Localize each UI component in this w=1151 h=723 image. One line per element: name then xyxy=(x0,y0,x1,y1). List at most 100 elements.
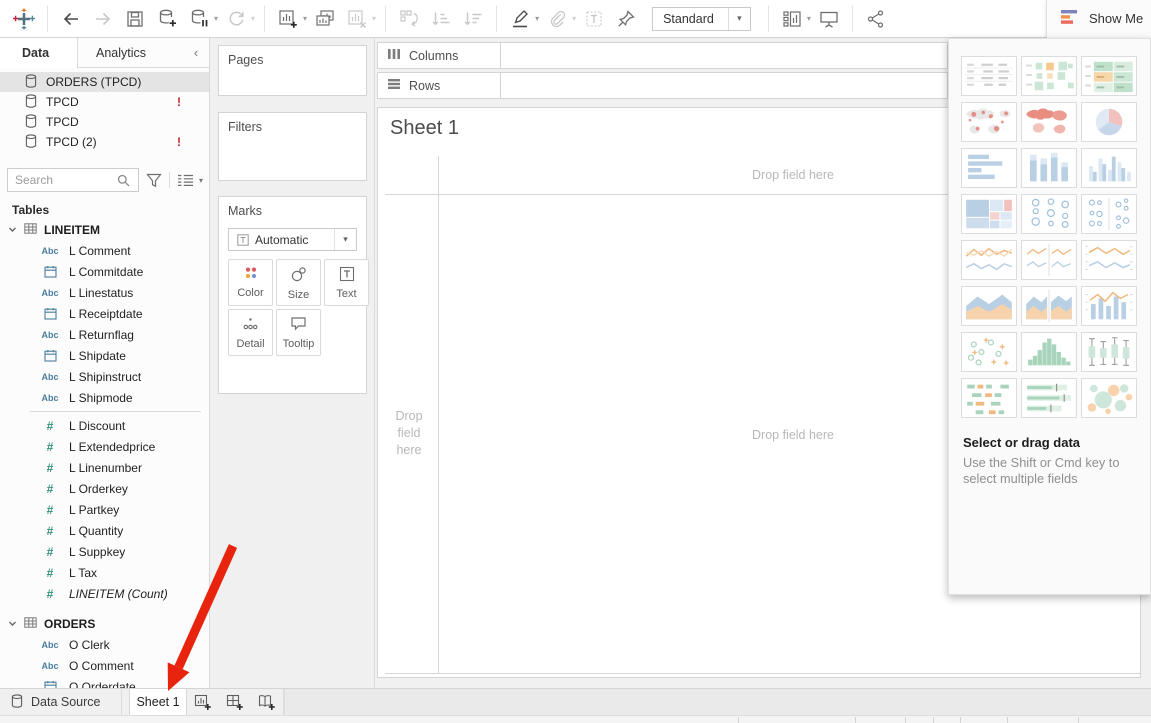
chevron-down-icon[interactable] xyxy=(8,617,17,631)
marks-size-button[interactable]: Size xyxy=(276,259,321,306)
field-l-extendedprice[interactable]: #L Extendedprice xyxy=(0,436,209,457)
show-hide-cards-icon-caret[interactable]: ▾ xyxy=(807,14,811,23)
mark-type-caret-icon[interactable]: ▾ xyxy=(334,229,356,250)
showme-stacked-bars-thumbnail[interactable] xyxy=(1021,148,1077,188)
showme-area-discrete-thumbnail[interactable] xyxy=(1021,286,1077,326)
sort-descending-icon[interactable] xyxy=(460,5,486,33)
save-icon[interactable] xyxy=(122,5,148,33)
fit-selector[interactable]: Standard ▾ xyxy=(652,7,751,31)
showme-text-table-thumbnail[interactable] xyxy=(961,56,1017,96)
field-l-suppkey[interactable]: #L Suppkey xyxy=(0,541,209,562)
clear-sheet-icon[interactable] xyxy=(344,5,370,33)
run-auto-updates-icon[interactable] xyxy=(223,5,249,33)
showme-bullet-graph-thumbnail[interactable] xyxy=(1021,378,1077,418)
field-l-comment[interactable]: AbcL Comment xyxy=(0,240,209,261)
filters-shelf[interactable]: Filters xyxy=(218,112,367,181)
pages-shelf[interactable]: Pages xyxy=(218,45,367,96)
share-workbook-icon[interactable] xyxy=(863,5,889,33)
new-worksheet-icon-caret[interactable]: ▾ xyxy=(303,14,307,23)
showme-box-and-whisker-thumbnail[interactable] xyxy=(1081,332,1137,372)
group-members-icon[interactable] xyxy=(544,5,570,33)
rows-shelf-droparea[interactable] xyxy=(501,72,948,99)
field-l-receiptdate[interactable]: L Receiptdate xyxy=(0,303,209,324)
showme-lines-discrete-thumbnail[interactable] xyxy=(1021,240,1077,280)
field-o-clerk[interactable]: AbcO Clerk xyxy=(0,634,209,655)
drop-zone-rows[interactable]: Drop field here xyxy=(386,408,432,459)
tab-sheet-1[interactable]: Sheet 1 xyxy=(129,689,187,715)
field-l-linenumber[interactable]: #L Linenumber xyxy=(0,457,209,478)
data-source-item-2[interactable]: TPCD xyxy=(0,112,209,132)
field-l-orderkey[interactable]: #L Orderkey xyxy=(0,478,209,499)
showme-lines-continuous-thumbnail[interactable] xyxy=(961,240,1017,280)
showme-heat-map-thumbnail[interactable] xyxy=(1021,56,1077,96)
collapse-pane-icon[interactable]: ‹ xyxy=(183,38,209,67)
field-l-commitdate[interactable]: L Commitdate xyxy=(0,261,209,282)
field-l-shipdate[interactable]: L Shipdate xyxy=(0,345,209,366)
data-source-item-3[interactable]: TPCD (2)! xyxy=(0,132,209,152)
new-worksheet-button[interactable] xyxy=(187,693,219,712)
field-l-returnflag[interactable]: AbcL Returnflag xyxy=(0,324,209,345)
marks-color-button[interactable]: Color xyxy=(228,259,273,306)
view-options-icon[interactable] xyxy=(175,174,196,187)
data-source-item-1[interactable]: TPCD! xyxy=(0,92,209,112)
search-input[interactable] xyxy=(15,173,115,187)
field-l-quantity[interactable]: #L Quantity xyxy=(0,520,209,541)
showme-scatter-plot-thumbnail[interactable] xyxy=(961,332,1017,372)
field-l-linestatus[interactable]: AbcL Linestatus xyxy=(0,282,209,303)
redo-icon[interactable] xyxy=(90,5,116,33)
new-worksheet-icon[interactable] xyxy=(275,5,301,33)
mark-type-dropdown[interactable]: Automatic ▾ xyxy=(228,228,357,251)
marks-tooltip-button[interactable]: Tooltip xyxy=(276,309,321,356)
new-dashboard-button[interactable] xyxy=(219,693,251,712)
showme-pie-chart-thumbnail[interactable] xyxy=(1081,102,1137,142)
tab-data-source[interactable]: Data Source xyxy=(0,689,122,715)
field-o-orderdate[interactable]: O Orderdate xyxy=(0,676,209,688)
new-data-source-icon[interactable] xyxy=(154,5,180,33)
fix-axes-icon[interactable] xyxy=(613,5,639,33)
pause-auto-updates-icon-caret[interactable]: ▾ xyxy=(214,14,218,23)
showme-circle-views-thumbnail[interactable] xyxy=(1021,194,1077,234)
show-mark-labels-icon[interactable] xyxy=(581,5,607,33)
tab-data[interactable]: Data xyxy=(0,38,78,68)
table-group-lineitem[interactable]: LINEITEM xyxy=(0,219,209,240)
field-l-discount[interactable]: #L Discount xyxy=(0,415,209,436)
field-l-shipinstruct[interactable]: AbcL Shipinstruct xyxy=(0,366,209,387)
show-me-button[interactable]: Show Me xyxy=(1046,0,1151,38)
clear-sheet-icon-caret[interactable]: ▾ xyxy=(372,14,376,23)
chevron-down-icon[interactable] xyxy=(8,223,17,237)
tab-analytics[interactable]: Analytics xyxy=(78,38,183,67)
sheet-tabs-scroll-area[interactable] xyxy=(284,689,1151,715)
showme-filled-map-thumbnail[interactable] xyxy=(1021,102,1077,142)
presentation-mode-icon[interactable] xyxy=(816,5,842,33)
fit-selector-caret-icon[interactable]: ▾ xyxy=(728,8,750,30)
new-story-button[interactable] xyxy=(251,693,283,712)
showme-highlight-table-thumbnail[interactable] xyxy=(1081,56,1137,96)
showme-dual-combination-thumbnail[interactable] xyxy=(1081,286,1137,326)
field-l-tax[interactable]: #L Tax xyxy=(0,562,209,583)
show-hide-cards-icon[interactable] xyxy=(779,5,805,33)
showme-symbol-map-thumbnail[interactable] xyxy=(961,102,1017,142)
search-box[interactable] xyxy=(7,168,139,192)
run-auto-updates-icon-caret[interactable]: ▾ xyxy=(251,14,255,23)
showme-gantt-thumbnail[interactable] xyxy=(961,378,1017,418)
showme-treemap-thumbnail[interactable] xyxy=(961,194,1017,234)
drop-zone-columns[interactable]: Drop field here xyxy=(738,168,848,182)
view-options-caret-icon[interactable]: ▾ xyxy=(199,176,203,185)
undo-icon[interactable] xyxy=(58,5,84,33)
group-members-icon-caret[interactable]: ▾ xyxy=(572,14,576,23)
field-l-shipmode[interactable]: AbcL Shipmode xyxy=(0,387,209,408)
field-lineitem-count[interactable]: #LINEITEM (Count) xyxy=(0,583,209,604)
pause-auto-updates-icon[interactable] xyxy=(186,5,212,33)
highlight-icon-caret[interactable]: ▾ xyxy=(535,14,539,23)
showme-histogram-thumbnail[interactable] xyxy=(1021,332,1077,372)
marks-text-button[interactable]: Text xyxy=(324,259,369,306)
showme-dual-lines-thumbnail[interactable] xyxy=(1081,240,1137,280)
field-o-comment[interactable]: AbcO Comment xyxy=(0,655,209,676)
duplicate-sheet-icon[interactable] xyxy=(312,5,338,33)
showme-side-by-side-circles-thumbnail[interactable] xyxy=(1081,194,1137,234)
showme-area-continuous-thumbnail[interactable] xyxy=(961,286,1017,326)
showme-horizontal-bars-thumbnail[interactable] xyxy=(961,148,1017,188)
sort-ascending-icon[interactable] xyxy=(428,5,454,33)
showme-side-by-side-bars-thumbnail[interactable] xyxy=(1081,148,1137,188)
highlight-icon[interactable] xyxy=(507,5,533,33)
